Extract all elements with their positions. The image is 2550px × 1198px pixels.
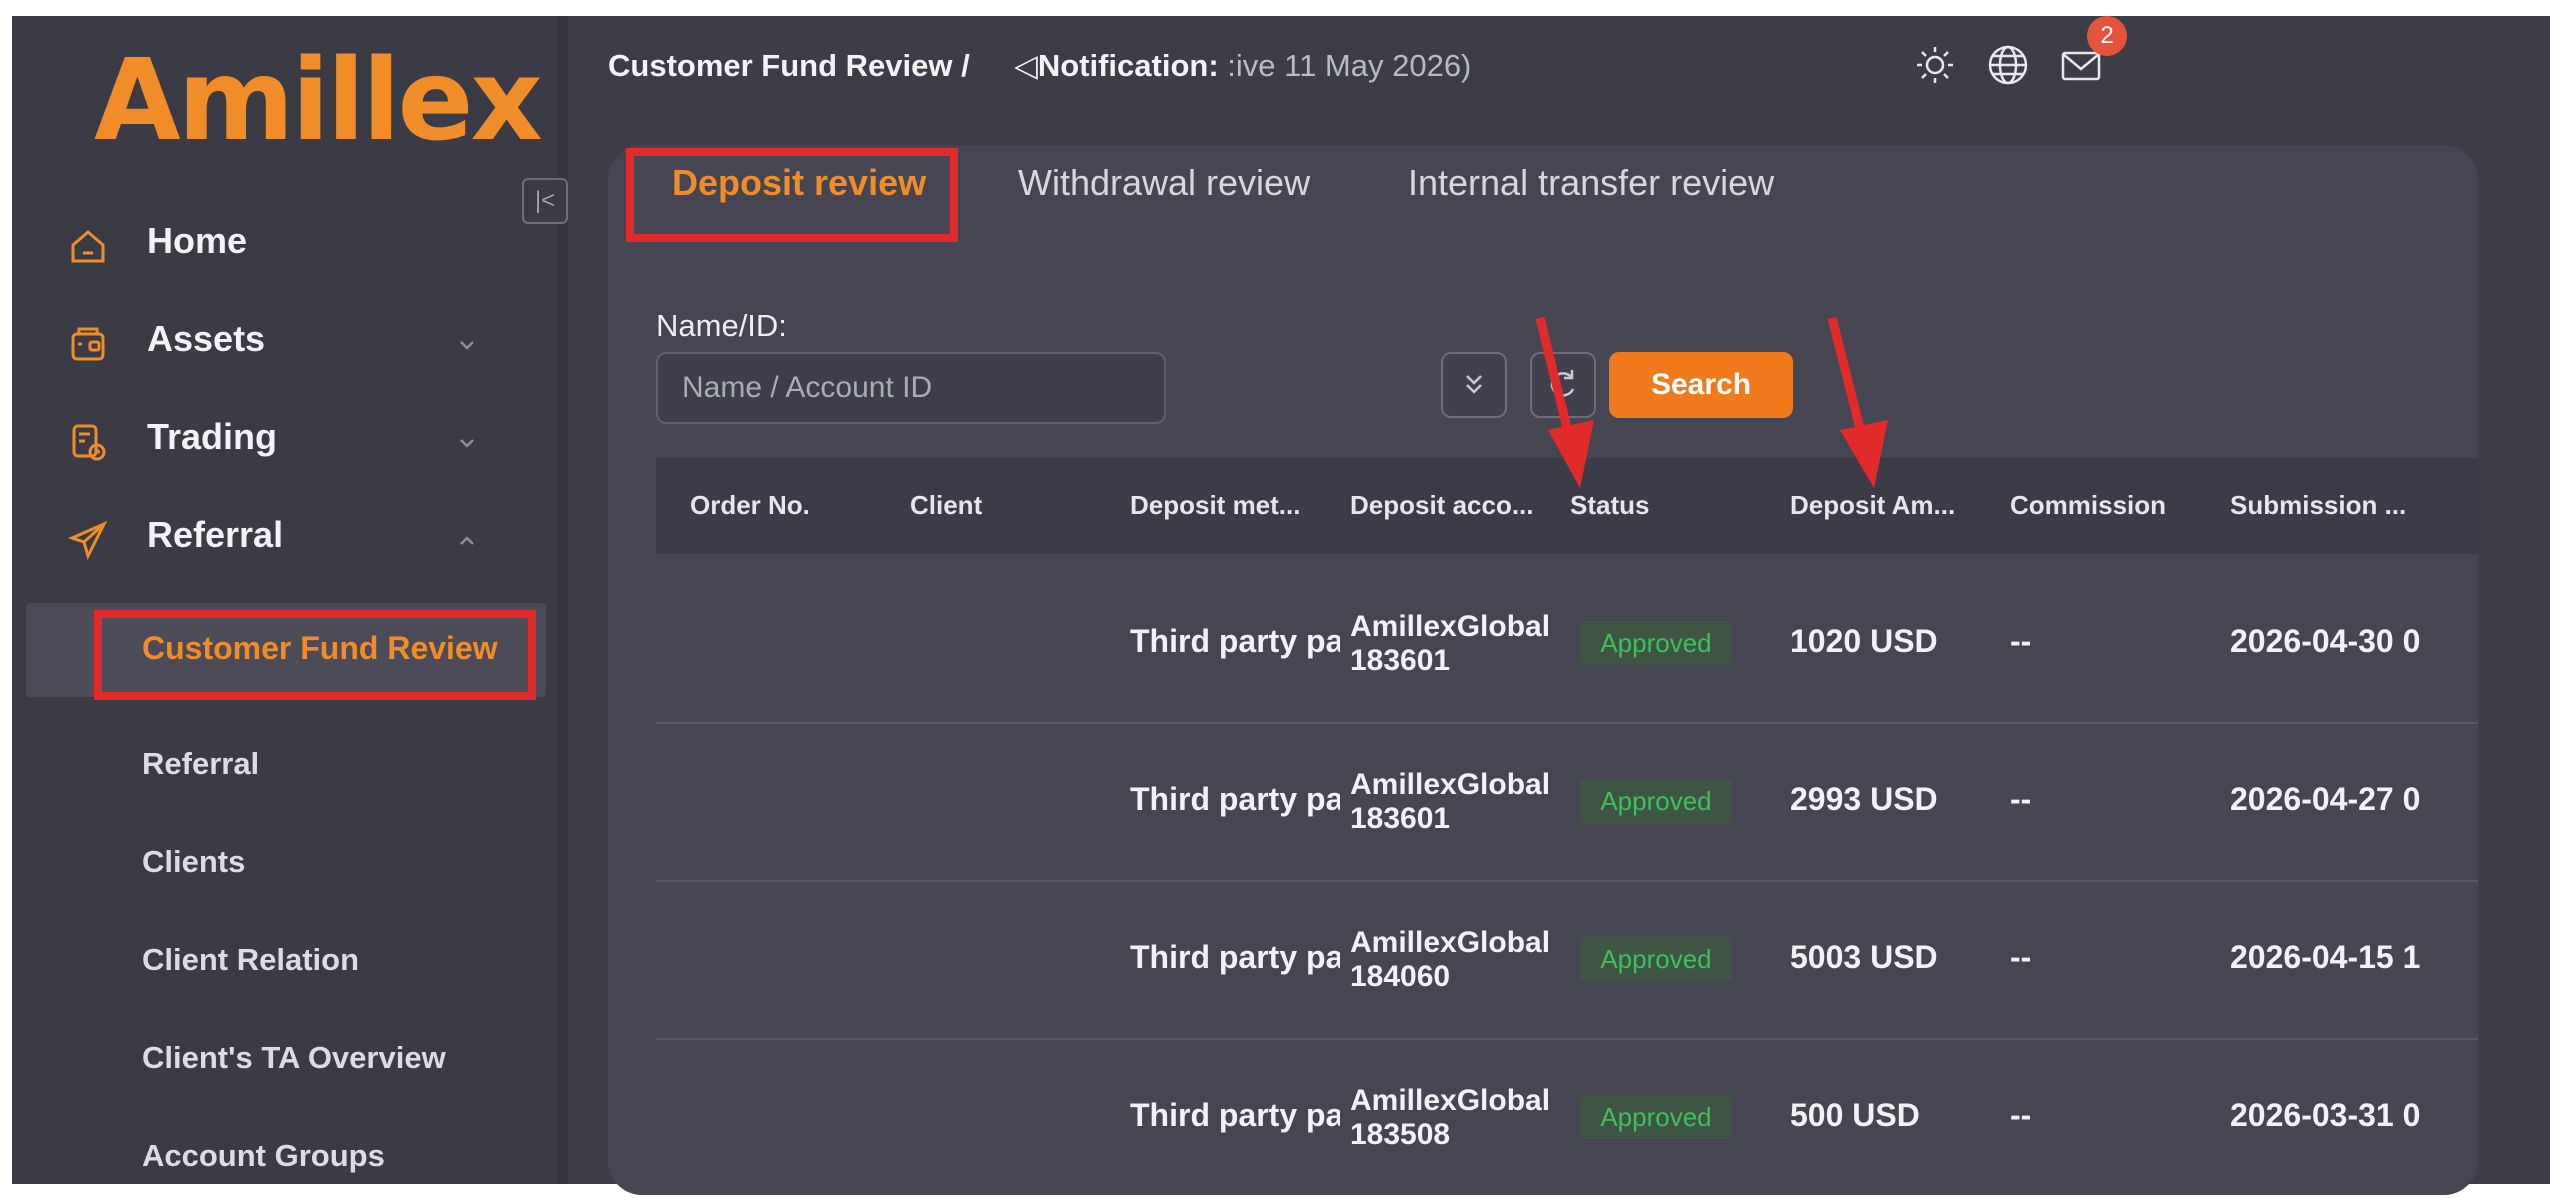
commission-cell: --: [2010, 623, 2032, 659]
notification-bar[interactable]: ◁Notification: :ive 11 May 2026): [1014, 48, 1471, 84]
trading-icon: [68, 422, 108, 462]
submission-cell: 2026-04-27 0: [2230, 781, 2421, 817]
home-icon: [68, 226, 108, 266]
annotation-box-menu: [94, 610, 536, 700]
column-header[interactable]: Commission: [2010, 490, 2166, 521]
account-number-cell: 183601: [1350, 644, 1451, 677]
status-badge: Approved: [1580, 779, 1732, 823]
column-header[interactable]: Submission ...: [2230, 490, 2406, 521]
deposit-method-cell: Third party pa: [1130, 1097, 1340, 1133]
mail-badge: 2: [2087, 16, 2127, 56]
sidebar-subitem-clients[interactable]: Clients: [142, 844, 245, 880]
table-row[interactable]: Third party pa AmillexGlobal 183601 Appr…: [656, 566, 2478, 724]
sidebar-subitem-referral[interactable]: Referral: [142, 746, 259, 782]
tab-withdrawal-review[interactable]: Withdrawal review: [1018, 162, 1310, 204]
deposit-method-cell: Third party pa: [1130, 781, 1340, 817]
name-id-label: Name/ID:: [656, 308, 787, 343]
account-name-cell: AmillexGlobal: [1350, 1084, 1551, 1117]
status-badge: Approved: [1580, 621, 1732, 665]
globe-icon[interactable]: [1985, 42, 2031, 88]
deposit-method-cell: Third party pa: [1130, 939, 1340, 975]
table-row[interactable]: Third party pa AmillexGlobal 183508 Appr…: [656, 1040, 2478, 1198]
name-id-input[interactable]: [656, 352, 1166, 424]
column-header[interactable]: Status: [1570, 490, 1649, 521]
sidebar-item-label: Referral: [147, 514, 284, 555]
breadcrumb: Customer Fund Review /: [608, 48, 970, 83]
amount-cell: 500 USD: [1790, 1097, 1920, 1133]
column-header[interactable]: Deposit acco...: [1350, 490, 1534, 521]
account-name-cell: AmillexGlobal: [1350, 926, 1551, 959]
account-number-cell: 183601: [1350, 802, 1451, 835]
wallet-icon: [68, 324, 108, 364]
brand-logo[interactable]: Amillex: [94, 36, 543, 166]
sidebar-item-assets[interactable]: Assets: [12, 306, 512, 376]
column-header[interactable]: Client: [910, 490, 982, 521]
paper-plane-icon: [67, 520, 108, 561]
expand-filter-button[interactable]: [1441, 352, 1507, 418]
submission-cell: 2026-03-31 0: [2230, 1097, 2421, 1133]
tab-internal-transfer-review[interactable]: Internal transfer review: [1408, 162, 1774, 204]
double-chevron-down-icon: [1466, 375, 1482, 394]
sidebar-item-label: Assets: [147, 318, 266, 359]
sidebar-item-trading[interactable]: Trading: [12, 404, 512, 474]
account-number-cell: 183508: [1350, 1118, 1451, 1151]
amount-cell: 5003 USD: [1790, 939, 1938, 975]
amount-cell: 2993 USD: [1790, 781, 1938, 817]
sidebar-item-label: Home: [147, 220, 248, 261]
status-badge: Approved: [1580, 1095, 1732, 1139]
status-badge: Approved: [1580, 937, 1732, 981]
search-button[interactable]: Search: [1609, 352, 1793, 418]
refresh-icon: [1550, 370, 1575, 397]
annotation-box-tab: [626, 148, 958, 242]
chevron-down-icon: [452, 330, 482, 360]
table-row[interactable]: Third party pa AmillexGlobal 183601 Appr…: [656, 724, 2478, 882]
amount-cell: 1020 USD: [1790, 623, 1938, 659]
account-name-cell: AmillexGlobal: [1350, 768, 1551, 801]
collapse-sidebar-icon[interactable]: |<: [522, 178, 568, 224]
deposit-method-cell: Third party pa: [1130, 623, 1340, 659]
sidebar-subitem-client-relation[interactable]: Client Relation: [142, 942, 359, 978]
sidebar-subitem-ta-overview[interactable]: Client's TA Overview: [142, 1040, 446, 1076]
commission-cell: --: [2010, 781, 2032, 817]
column-header[interactable]: Deposit met...: [1130, 490, 1300, 521]
submission-cell: 2026-04-30 0: [2230, 623, 2421, 659]
notification-text: :ive 11 May 2026): [1218, 48, 1472, 83]
commission-cell: --: [2010, 1097, 2032, 1133]
sidebar-item-label: Trading: [147, 416, 278, 457]
sidebar-subitem-account-groups[interactable]: Account Groups: [142, 1138, 385, 1174]
table-header: Order No. Client Deposit met... Deposit …: [656, 458, 2478, 554]
sidebar: Amillex Home Assets Trading Referral Cus…: [12, 16, 558, 1184]
chevron-up-icon: [452, 526, 482, 556]
column-header[interactable]: Order No.: [690, 490, 810, 521]
speaker-icon: ◁: [1014, 48, 1038, 83]
sun-icon[interactable]: [1912, 42, 1958, 88]
table-row[interactable]: Third party pa AmillexGlobal 184060 Appr…: [656, 882, 2478, 1040]
commission-cell: --: [2010, 939, 2032, 975]
account-number-cell: 184060: [1350, 960, 1451, 993]
reset-button[interactable]: [1530, 352, 1596, 418]
sidebar-item-referral[interactable]: Referral: [12, 502, 512, 572]
chevron-down-icon: [452, 428, 482, 458]
notification-label: Notification:: [1037, 48, 1219, 83]
column-header[interactable]: Deposit Am...: [1790, 490, 1955, 521]
sidebar-item-home[interactable]: Home: [12, 208, 512, 278]
account-name-cell: AmillexGlobal: [1350, 610, 1551, 643]
submission-cell: 2026-04-15 1: [2230, 939, 2421, 975]
